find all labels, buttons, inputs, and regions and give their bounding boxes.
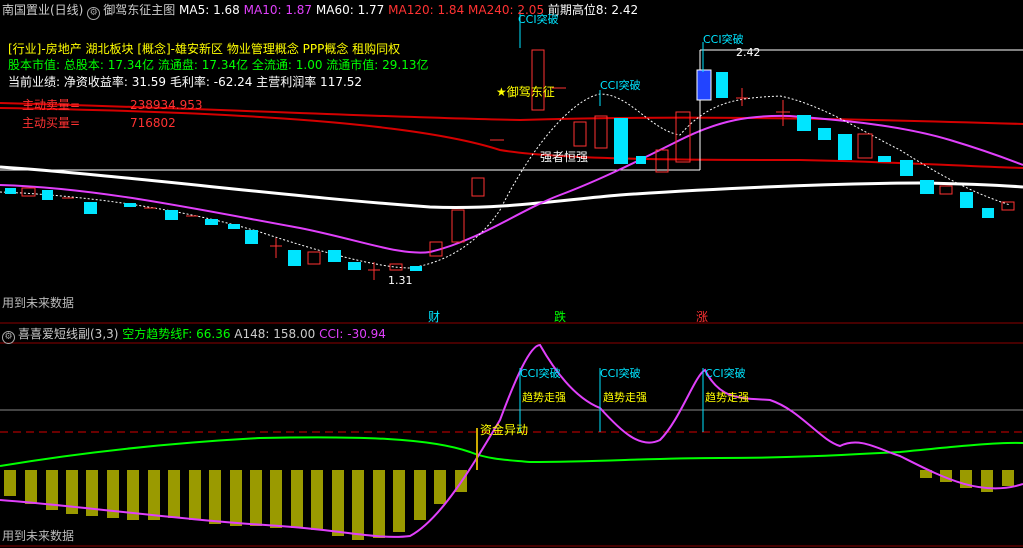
settings-icon[interactable]: ⚙ — [87, 7, 101, 20]
cci-break-label-3: CCI突破 — [703, 33, 744, 46]
cci-break-label-1: CCI突破 — [518, 13, 559, 26]
performance-info: 当前业绩: 净资收益率: 31.59 毛利率: -62.24 主营利润率 117… — [8, 75, 363, 89]
settings-icon[interactable]: ⚙ — [2, 331, 15, 344]
prev-high-value: 前期高位8: 2.42 — [547, 3, 639, 17]
indicator-name[interactable]: 御驾东征主图 — [103, 3, 175, 17]
stock-title[interactable]: 南国置业(日线) — [2, 3, 83, 17]
a148-value: A148: 158.00 — [234, 327, 316, 341]
trend-line — [0, 436, 1023, 467]
ma5-value: MA5: 1.68 — [179, 3, 240, 17]
sub-cci-label-1: CCI突破 — [520, 367, 561, 380]
zhang-marker: 涨 — [696, 310, 709, 324]
volume-bars — [4, 470, 1014, 540]
sub-header: ⚙ 喜喜爱短线副(3,3) 空方趋势线F: 66.36 A148: 158.00 … — [2, 327, 386, 344]
sub-indicator-name[interactable]: 喜喜爱短线副(3,3) — [18, 327, 118, 341]
trend-value: 空方趋势线F: 66.36 — [122, 327, 231, 341]
sub-trend-label-2: 趋势走强 — [603, 391, 647, 404]
sub-cci-label-2: CCI突破 — [600, 367, 641, 380]
capital-info: 股本市值: 总股本: 17.34亿 流通盘: 17.34亿 全流通: 1.00 … — [8, 58, 429, 72]
ma60-value: MA60: 1.77 — [315, 3, 385, 17]
sub-trend-label-1: 趋势走强 — [522, 391, 566, 404]
ma120-value: MA120: 1.84 — [388, 3, 465, 17]
industry-info: [行业]-房地产 湖北板块 [概念]-雄安新区 物业管理概念 PPP概念 租购同… — [8, 42, 401, 56]
strong-signal: 强者恒强 — [540, 150, 589, 164]
high-marker: 2.42 — [736, 46, 761, 59]
low-marker: 1.31 — [388, 274, 413, 287]
sell-volume-value: 238934.953 — [130, 98, 203, 112]
sub-trend-label-3: 趋势走强 — [705, 391, 749, 404]
fund-anomaly-label: 资金异动 — [480, 423, 529, 437]
future-data-note: 用到未来数据 — [2, 296, 75, 310]
cci-break-label-2: CCI突破 — [600, 79, 641, 92]
die-marker: 跌 — [554, 310, 567, 324]
buy-volume-value: 716802 — [130, 116, 176, 130]
buy-volume-label: 主动买量= — [22, 116, 81, 130]
yujia-signal: ★御驾东征 — [496, 85, 555, 99]
sub-future-note: 用到未来数据 — [2, 529, 75, 543]
cai-marker: 财 — [428, 310, 441, 324]
cci-value: CCI: -30.94 — [319, 327, 386, 341]
ma10-value: MA10: 1.87 — [243, 3, 313, 17]
sub-cci-label-3: CCI突破 — [705, 367, 746, 380]
sell-volume-label: 主动卖量= — [22, 98, 81, 112]
